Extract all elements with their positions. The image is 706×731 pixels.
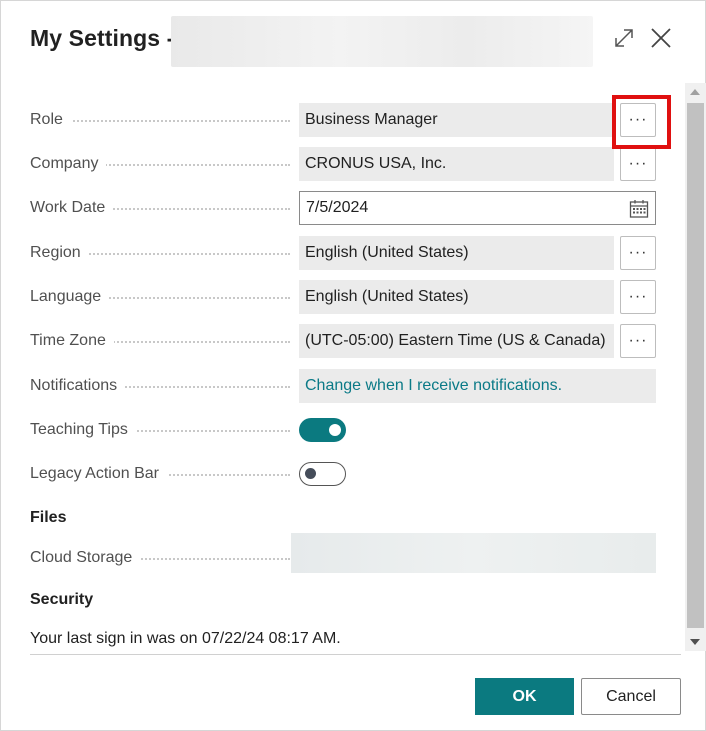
- security-heading: Security: [30, 591, 94, 608]
- close-icon[interactable]: [648, 25, 674, 51]
- language-field[interactable]: English (United States): [299, 280, 614, 314]
- role-row: Role Business Manager ···: [30, 103, 660, 137]
- language-lookup-button[interactable]: ···: [620, 280, 656, 314]
- region-lookup-button[interactable]: ···: [620, 236, 656, 270]
- region-field[interactable]: English (United States): [299, 236, 614, 270]
- notifications-row: Notifications Change when I receive noti…: [30, 369, 660, 403]
- language-label: Language: [30, 280, 110, 314]
- region-row: Region English (United States) ···: [30, 236, 660, 270]
- time-zone-label: Time Zone: [30, 324, 114, 358]
- language-row: Language English (United States) ···: [30, 280, 660, 314]
- legacy-action-bar-label: Legacy Action Bar: [30, 457, 167, 491]
- notifications-link[interactable]: Change when I receive notifications.: [299, 369, 656, 403]
- company-lookup-button[interactable]: ···: [620, 147, 656, 181]
- teaching-tips-row: Teaching Tips: [30, 413, 660, 447]
- scroll-up-icon[interactable]: [690, 89, 700, 95]
- ok-button[interactable]: OK: [475, 678, 574, 715]
- work-date-input[interactable]: 7/5/2024: [299, 191, 656, 225]
- role-label: Role: [30, 103, 71, 137]
- calendar-icon[interactable]: [629, 199, 649, 219]
- time-zone-row: Time Zone (UTC-05:00) Eastern Time (US &…: [30, 324, 660, 358]
- company-row: Company CRONUS USA, Inc. ···: [30, 147, 660, 181]
- company-field[interactable]: CRONUS USA, Inc.: [299, 147, 614, 181]
- legacy-action-bar-row: Legacy Action Bar: [30, 457, 660, 491]
- role-field[interactable]: Business Manager: [299, 103, 614, 137]
- scrollbar-thumb[interactable]: [687, 103, 704, 628]
- role-lookup-button[interactable]: ···: [620, 103, 656, 137]
- work-date-row: Work Date 7/5/2024: [30, 191, 660, 225]
- region-label: Region: [30, 236, 89, 270]
- work-date-label: Work Date: [30, 191, 114, 225]
- time-zone-field[interactable]: (UTC-05:00) Eastern Time (US & Canada): [299, 324, 614, 358]
- legacy-action-bar-toggle[interactable]: [299, 462, 346, 486]
- vertical-scrollbar[interactable]: [685, 83, 706, 651]
- last-sign-in-text: Your last sign in was on 07/22/24 08:17 …: [30, 630, 341, 647]
- teaching-tips-toggle[interactable]: [299, 418, 346, 442]
- cloud-storage-redacted-field: [291, 533, 656, 573]
- cloud-storage-label: Cloud Storage: [30, 541, 141, 575]
- work-date-value: 7/5/2024: [306, 199, 369, 216]
- expand-icon[interactable]: [611, 25, 637, 51]
- scroll-down-icon[interactable]: [690, 639, 700, 645]
- footer-divider: [30, 654, 681, 655]
- notifications-label: Notifications: [30, 369, 126, 403]
- time-zone-lookup-button[interactable]: ···: [620, 324, 656, 358]
- company-label: Company: [30, 147, 107, 181]
- cancel-button[interactable]: Cancel: [581, 678, 681, 715]
- redacted-title-area: [171, 16, 593, 67]
- teaching-tips-label: Teaching Tips: [30, 413, 136, 447]
- dialog-title: My Settings -: [30, 25, 175, 51]
- my-settings-dialog: My Settings - Role Business Manager ··· …: [0, 0, 706, 731]
- files-heading: Files: [30, 509, 67, 526]
